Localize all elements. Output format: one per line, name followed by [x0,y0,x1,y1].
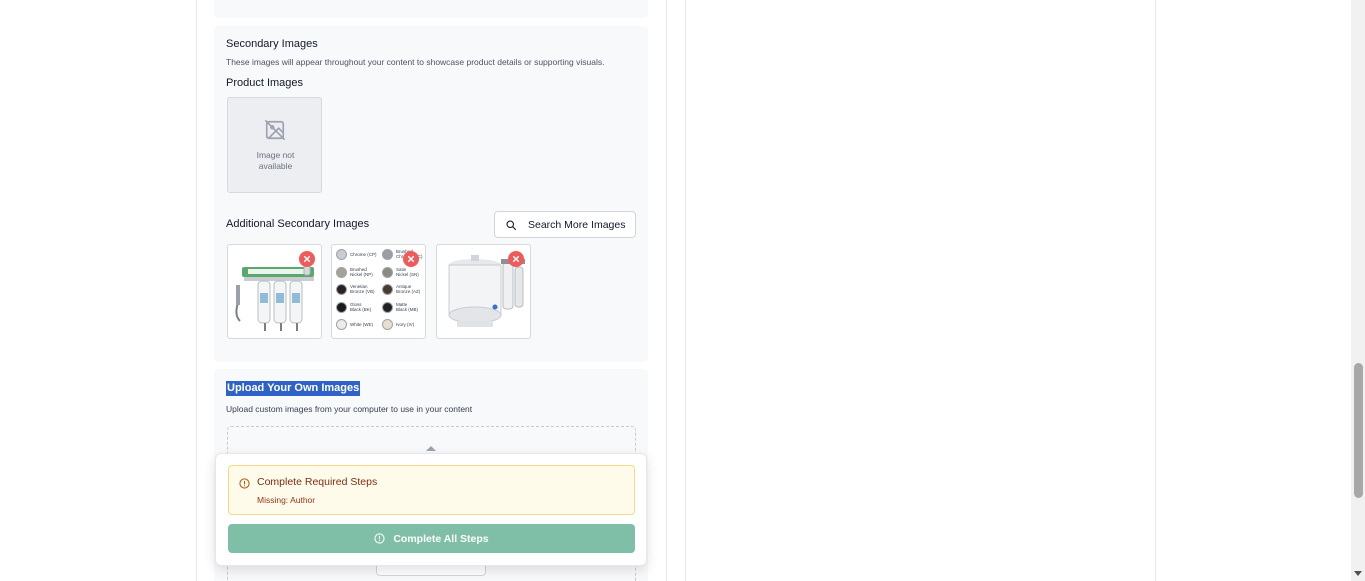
scroll-down-arrow-icon[interactable] [1354,571,1362,576]
warning-title: Complete Required Steps [257,476,378,488]
finish-swatch [382,319,393,330]
alert-circle-icon [239,478,250,489]
finish-swatch [382,301,393,313]
placeholder-line1: Image not [256,150,295,160]
required-steps-warning: Complete Required Steps Missing: Author [228,465,635,515]
remove-image-button[interactable] [299,251,315,267]
finish-swatch [382,284,393,295]
finish-label: Brushed Nickel (NP) [350,266,373,277]
upload-own-images-title: Upload Your Own Images [226,381,361,396]
image-off-icon [265,120,285,140]
finish-label: White (WE) [350,322,373,327]
finish-swatch [336,284,347,295]
finish-label: Ivory (IV) [396,322,415,327]
search-more-images-label: Search More Images [528,218,626,231]
scrollbar-thumb[interactable] [1354,363,1363,498]
remove-image-button[interactable] [403,251,419,267]
finish-swatch [382,249,393,260]
close-icon [512,255,520,263]
finish-swatch [336,266,347,278]
remove-image-button[interactable] [508,251,524,267]
product-image-placeholder[interactable]: Image not available [227,97,322,193]
finish-label: Satin Nickel (SN) [396,266,419,277]
complete-steps-popover: Complete Required Steps Missing: Author … [215,453,647,566]
finish-swatch [336,249,347,260]
complete-all-steps-button[interactable]: Complete All Steps [228,524,635,553]
alert-circle-icon [374,533,385,544]
finish-swatch [336,319,347,330]
finish-label: Gloss Black (BK) [350,301,372,312]
secondary-images-description: These images will appear throughout your… [226,57,605,67]
secondary-image-thumbnail[interactable] [227,244,322,339]
secondary-image-thumbnail[interactable]: Chrome (CP)BrushedChrome (BC)BrushedNick… [331,244,426,339]
secondary-image-thumbnail[interactable] [436,244,531,339]
previous-section-card [214,0,648,18]
product-images-title: Product Images [226,77,304,89]
close-icon [303,255,311,263]
page: Secondary Images These images will appea… [0,0,1365,581]
close-icon [407,255,415,263]
finish-swatch [336,301,347,313]
secondary-images-title: Secondary Images [226,38,318,50]
warning-missing-text: Missing: Author [257,495,316,505]
preview-column [685,0,1156,581]
upload-own-images-description: Upload custom images from your computer … [226,404,473,414]
finish-label: Chrome (CP) [350,252,377,257]
placeholder-text: Image not available [228,150,323,172]
finish-label: Antique Bronze (AZ) [396,284,421,294]
finish-swatch [382,266,393,278]
search-icon [506,219,517,230]
finish-label: Matte Black (MB) [396,301,419,312]
additional-images-title: Additional Secondary Images [226,218,370,230]
search-more-images-button[interactable]: Search More Images [494,211,636,238]
complete-all-steps-label: Complete All Steps [393,532,489,545]
upload-arrow-icon [426,446,436,451]
finish-label: Venetian Bronze (VB) [350,284,375,294]
placeholder-line2: available [258,161,293,171]
